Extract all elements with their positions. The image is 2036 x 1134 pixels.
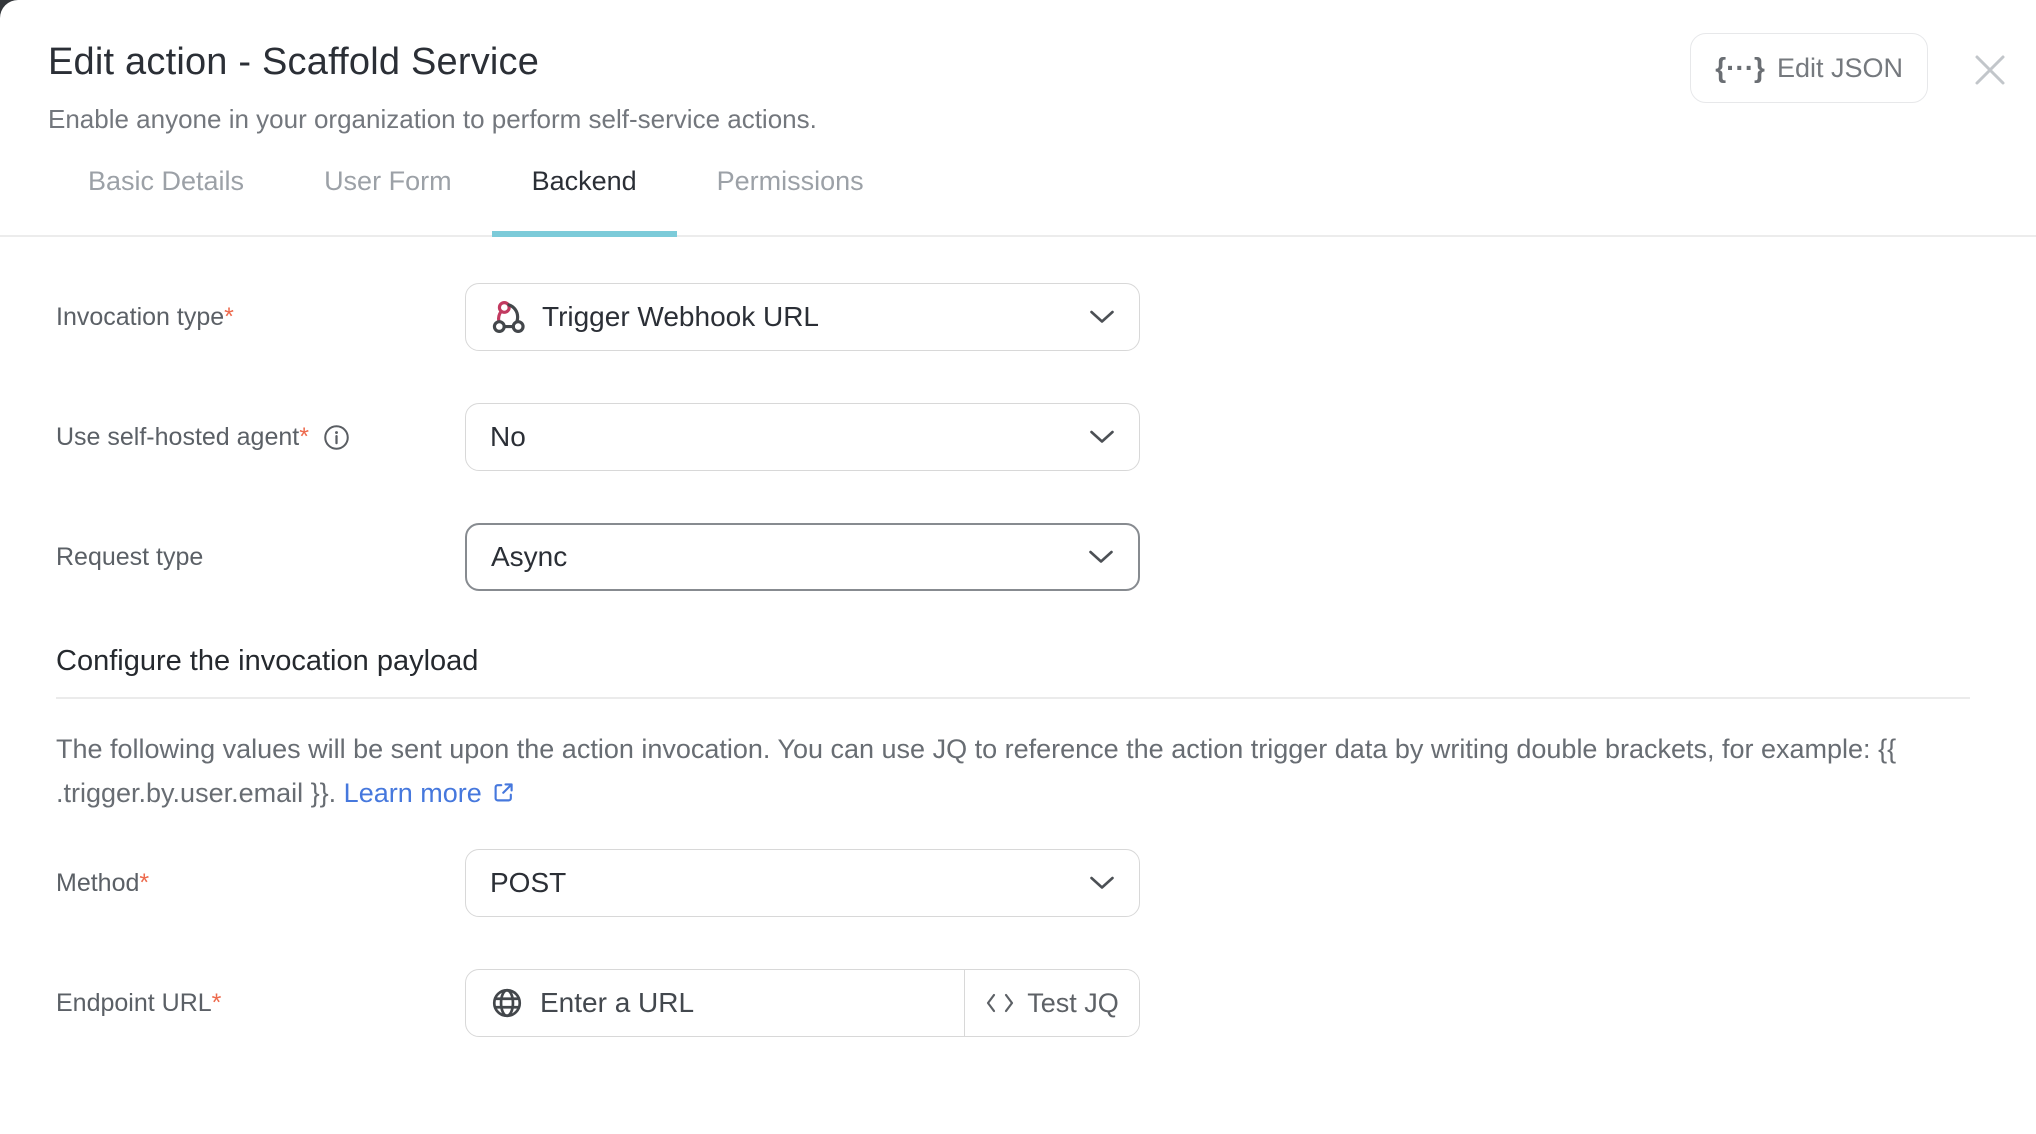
curly-braces-icon: {···}: [1715, 52, 1765, 84]
code-brackets-icon: [985, 992, 1015, 1014]
chevron-down-icon: [1089, 309, 1115, 325]
webhook-icon: [490, 299, 526, 335]
close-icon: [1973, 53, 2007, 87]
payload-section-heading: Configure the invocation payload: [56, 643, 2036, 679]
chevron-down-icon: [1088, 549, 1114, 565]
learn-more-link[interactable]: Learn more: [344, 778, 517, 808]
tab-permissions[interactable]: Permissions: [677, 166, 904, 235]
globe-icon: [490, 986, 524, 1020]
test-jq-button[interactable]: Test JQ: [965, 970, 1139, 1036]
tab-bar: Basic Details User Form Backend Permissi…: [0, 166, 2036, 237]
endpoint-url-group: Test JQ: [465, 969, 1140, 1037]
section-divider: [56, 697, 1970, 699]
required-asterisk: *: [299, 423, 309, 451]
backend-form: Invocation type*: [0, 237, 2036, 1129]
request-type-select[interactable]: Async: [465, 523, 1140, 591]
invocation-type-select[interactable]: Trigger Webhook URL: [465, 283, 1140, 351]
modal-header: Edit action - Scaffold Service Enable an…: [0, 0, 2036, 136]
field-row-self-hosted-agent: Use self-hosted agent* No: [56, 403, 2036, 471]
close-button[interactable]: [1968, 48, 2012, 92]
request-type-value: Async: [491, 541, 567, 573]
field-row-invocation-type: Invocation type*: [56, 283, 2036, 351]
info-icon[interactable]: [323, 424, 350, 451]
method-select[interactable]: POST: [465, 849, 1140, 917]
tab-backend[interactable]: Backend: [492, 166, 677, 235]
field-row-endpoint-url: Endpoint URL*: [56, 969, 2036, 1037]
required-asterisk: *: [224, 303, 234, 331]
field-row-request-type: Request type Async: [56, 523, 2036, 591]
required-asterisk: *: [139, 869, 149, 897]
edit-json-button[interactable]: {···} Edit JSON: [1690, 33, 1928, 103]
chevron-down-icon: [1089, 429, 1115, 445]
payload-section-description: The following values will be sent upon t…: [56, 727, 1911, 819]
required-asterisk: *: [212, 989, 222, 1017]
endpoint-url-label: Endpoint URL*: [56, 989, 221, 1018]
page-subtitle: Enable anyone in your organization to pe…: [48, 102, 1988, 136]
external-link-icon: [490, 775, 517, 819]
self-hosted-agent-label: Use self-hosted agent*: [56, 423, 309, 452]
method-label: Method*: [56, 869, 149, 898]
edit-action-modal: Edit action - Scaffold Service Enable an…: [0, 0, 2036, 1134]
self-hosted-agent-value: No: [490, 421, 526, 453]
field-row-method: Method* POST: [56, 849, 2036, 917]
tab-basic-details[interactable]: Basic Details: [48, 166, 284, 235]
test-jq-label: Test JQ: [1027, 988, 1119, 1019]
endpoint-url-input[interactable]: [540, 987, 944, 1019]
edit-json-label: Edit JSON: [1777, 53, 1903, 84]
method-value: POST: [490, 867, 566, 899]
self-hosted-agent-select[interactable]: No: [465, 403, 1140, 471]
chevron-down-icon: [1089, 875, 1115, 891]
request-type-label: Request type: [56, 543, 203, 572]
invocation-type-value: Trigger Webhook URL: [542, 301, 819, 333]
tab-user-form[interactable]: User Form: [284, 166, 492, 235]
invocation-type-label: Invocation type*: [56, 303, 234, 332]
